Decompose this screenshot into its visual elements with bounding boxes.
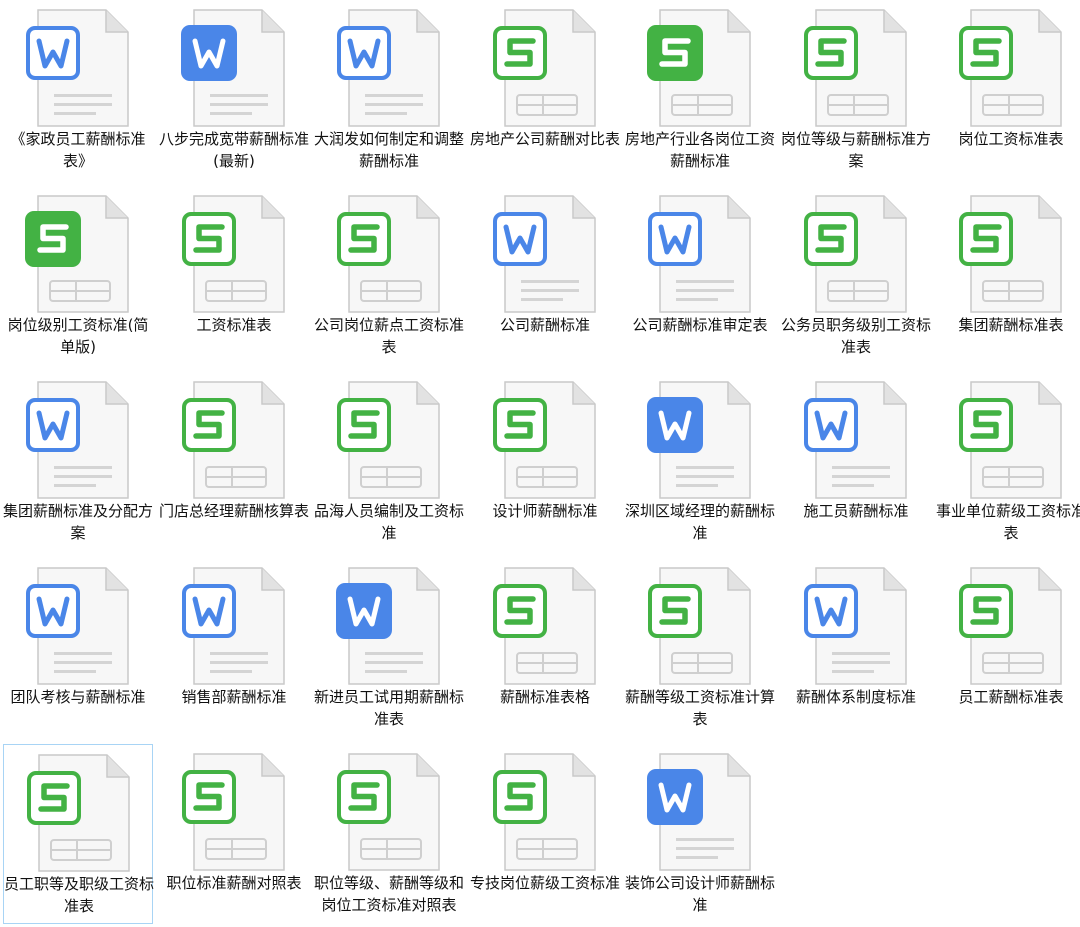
file-item[interactable]: 房地产公司薪酬对比表	[470, 0, 620, 180]
file-name-label: 岗位级别工资标准(简单版)	[7, 316, 149, 356]
file-item[interactable]: 《家政员工薪酬标准表》	[3, 0, 153, 180]
file-name-label: 职位等级、薪酬等级和岗位工资标准对照表	[314, 874, 464, 914]
file-name-label: 公务员职务级别工资标准表	[781, 316, 931, 356]
file-name-label: 职位标准薪酬对照表	[166, 874, 302, 892]
file-item[interactable]: 公司薪酬标准	[470, 186, 620, 366]
file-name-label: 员工职等及职级工资标准表	[4, 875, 154, 915]
file-item[interactable]: 销售部薪酬标准	[159, 558, 309, 738]
file-item[interactable]: 公司岗位薪点工资标准表	[314, 186, 464, 366]
file-name-label: 工资标准表	[196, 316, 272, 334]
file-name-label: 集团薪酬标准及分配方案	[3, 502, 153, 542]
file-item[interactable]: 门店总经理薪酬核算表	[159, 372, 309, 552]
file-name-label: 深圳区域经理的薪酬标准	[625, 502, 775, 542]
file-item[interactable]: 公务员职务级别工资标准表	[781, 186, 931, 366]
file-item[interactable]: 集团薪酬标准表	[936, 186, 1080, 366]
file-name-label: 八步完成宽带薪酬标准(最新)	[159, 130, 309, 170]
file-item[interactable]: 公司薪酬标准审定表	[625, 186, 775, 366]
file-item[interactable]: 职位等级、薪酬等级和岗位工资标准对照表	[314, 744, 464, 924]
file-item[interactable]: 薪酬标准表格	[470, 558, 620, 738]
file-name-label: 薪酬等级工资标准计算表	[625, 688, 775, 728]
file-name-label: 房地产公司薪酬对比表	[470, 130, 620, 148]
file-item[interactable]: 装饰公司设计师薪酬标准	[625, 744, 775, 924]
file-item[interactable]: 薪酬等级工资标准计算表	[625, 558, 775, 738]
file-item[interactable]: 房地产行业各岗位工资薪酬标准	[625, 0, 775, 180]
file-name-label: 品海人员编制及工资标准	[314, 502, 464, 542]
file-item[interactable]: 大润发如何制定和调整薪酬标准	[314, 0, 464, 180]
file-name-label: 专技岗位薪级工资标准	[470, 874, 620, 892]
file-name-label: 《家政员工薪酬标准表》	[10, 130, 146, 170]
file-name-label: 薪酬体系制度标准	[795, 688, 916, 706]
file-item[interactable]: 施工员薪酬标准	[781, 372, 931, 552]
file-item[interactable]: 集团薪酬标准及分配方案	[3, 372, 153, 552]
file-item[interactable]: 设计师薪酬标准	[470, 372, 620, 552]
file-name-label: 门店总经理薪酬核算表	[159, 502, 309, 520]
file-name-label: 大润发如何制定和调整薪酬标准	[314, 130, 464, 170]
file-item[interactable]: 深圳区域经理的薪酬标准	[625, 372, 775, 552]
file-name-label: 新进员工试用期薪酬标准表	[314, 688, 464, 728]
file-item[interactable]: 岗位工资标准表	[936, 0, 1080, 180]
file-name-label: 岗位工资标准表	[958, 130, 1064, 148]
file-item[interactable]: 团队考核与薪酬标准	[3, 558, 153, 738]
file-name-label: 装饰公司设计师薪酬标准	[625, 874, 775, 914]
file-item[interactable]: 员工职等及职级工资标准表	[3, 744, 154, 924]
file-item[interactable]: 事业单位薪级工资标准表	[936, 372, 1080, 552]
file-name-label: 设计师薪酬标准	[492, 502, 598, 520]
file-name-label: 薪酬标准表格	[499, 688, 590, 706]
file-item[interactable]: 专技岗位薪级工资标准	[470, 744, 620, 924]
file-name-label: 集团薪酬标准表	[958, 316, 1064, 334]
file-item[interactable]: 岗位级别工资标准(简单版)	[3, 186, 153, 366]
file-name-label: 岗位等级与薪酬标准方案	[781, 130, 931, 170]
file-item[interactable]: 员工薪酬标准表	[936, 558, 1080, 738]
file-item[interactable]: 职位标准薪酬对照表	[159, 744, 309, 924]
file-name-label: 团队考核与薪酬标准	[10, 688, 146, 706]
file-item[interactable]: 工资标准表	[159, 186, 309, 366]
file-name-label: 员工薪酬标准表	[958, 688, 1064, 706]
file-item[interactable]: 岗位等级与薪酬标准方案	[781, 0, 931, 180]
file-name-label: 房地产行业各岗位工资薪酬标准	[625, 130, 775, 170]
file-name-label: 施工员薪酬标准	[803, 502, 909, 520]
file-item[interactable]: 品海人员编制及工资标准	[314, 372, 464, 552]
file-name-label: 销售部薪酬标准	[181, 688, 287, 706]
file-grid: 《家政员工薪酬标准表》 八步完成宽带薪酬标准(最新) 大润发如何制定和调整薪酬标准房…	[0, 0, 1080, 927]
file-item[interactable]: 八步完成宽带薪酬标准(最新)	[159, 0, 309, 180]
file-item[interactable]: 新进员工试用期薪酬标准表	[314, 558, 464, 738]
file-name-label: 公司岗位薪点工资标准表	[314, 316, 464, 356]
file-name-label: 公司薪酬标准审定表	[632, 316, 768, 334]
file-name-label: 事业单位薪级工资标准表	[936, 502, 1080, 542]
file-name-label: 公司薪酬标准	[499, 316, 590, 334]
file-item[interactable]: 薪酬体系制度标准	[781, 558, 931, 738]
